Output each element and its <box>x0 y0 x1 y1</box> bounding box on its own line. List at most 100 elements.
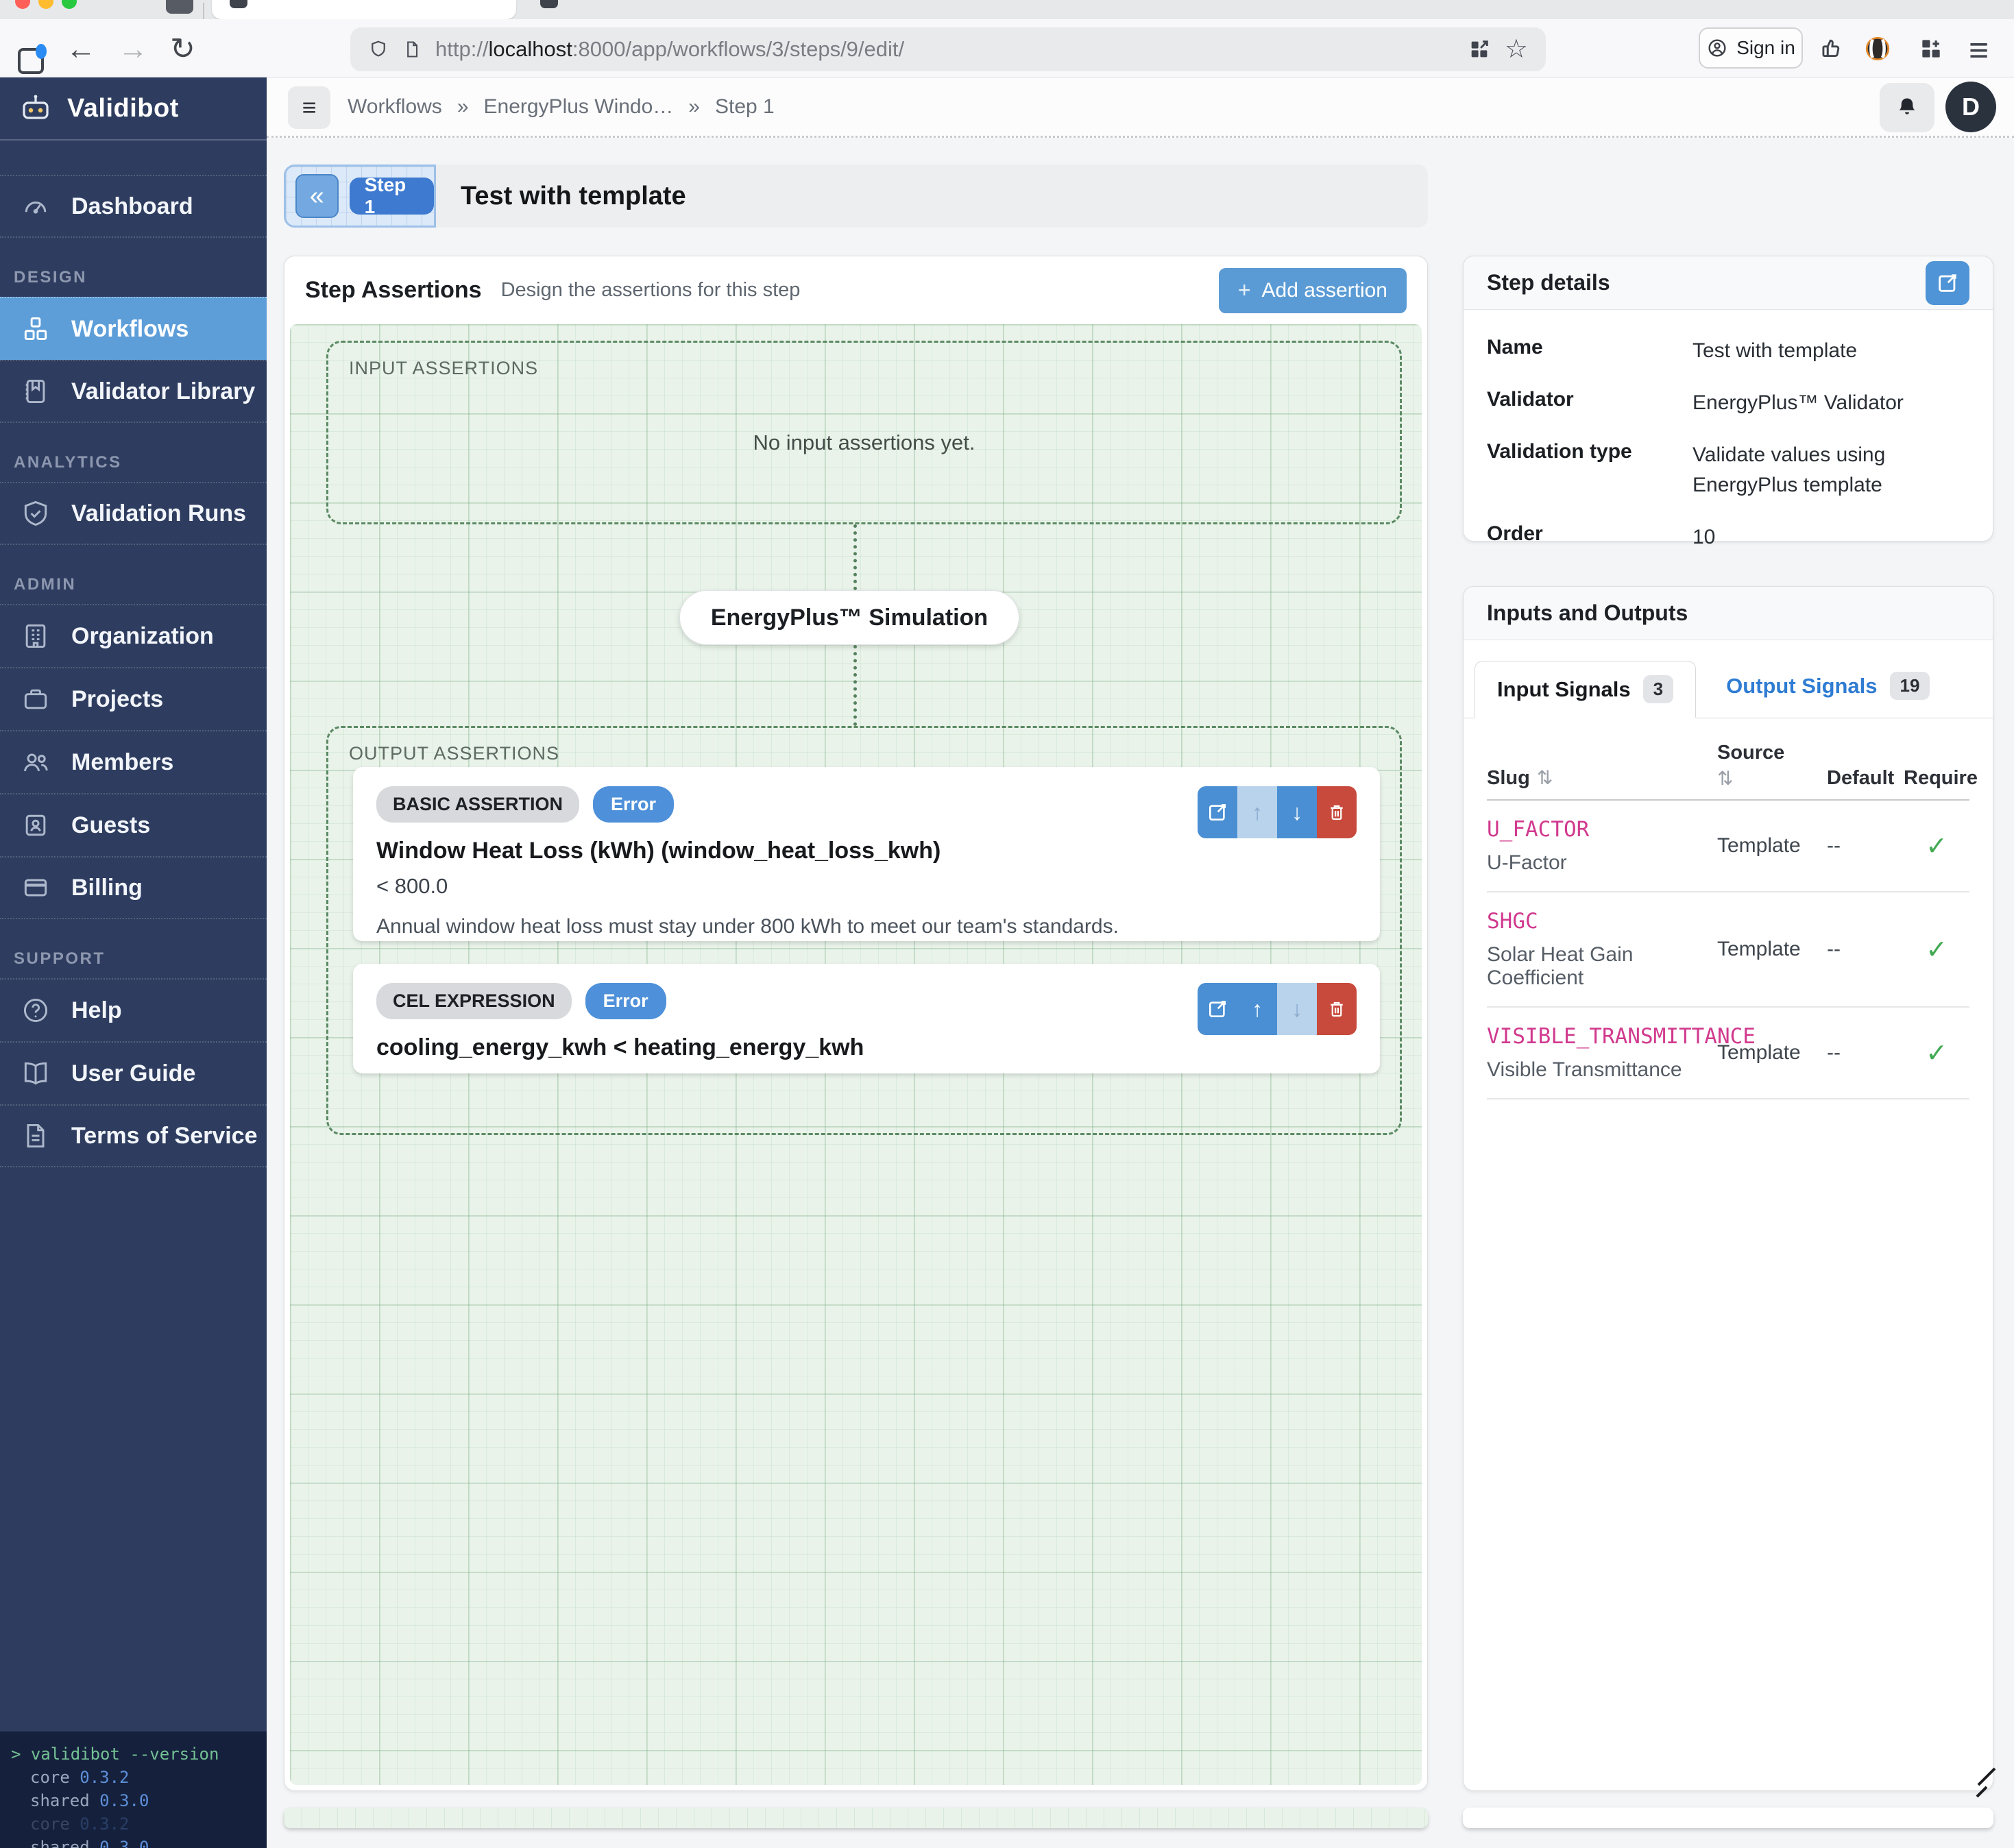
assertion-expression: cooling_energy_kwh < heating_energy_kwh <box>376 1034 1357 1061</box>
assertion-actions: ↑ ↓ <box>1198 786 1357 838</box>
sidebar-item-projects[interactable]: Projects <box>0 667 267 730</box>
breadcrumb-workflow-name[interactable]: EnergyPlus Windo… <box>484 95 674 119</box>
assertion-type-badge: CEL EXPRESSION <box>376 983 572 1019</box>
sidebar-item-help[interactable]: Help <box>0 978 267 1041</box>
step-assertions-header: Step Assertions Design the assertions fo… <box>284 256 1427 324</box>
brand[interactable]: Validibot <box>0 77 267 141</box>
page-body: « Step 1 Test with template Step Asserti… <box>267 138 2014 1848</box>
signal-name: Visible Transmittance <box>1487 1058 1717 1082</box>
sidebar-toggle-button[interactable]: ≡ <box>288 86 330 129</box>
building-icon <box>21 621 51 651</box>
credit-card-icon <box>21 873 51 903</box>
tab-output-signals[interactable]: Output Signals 19 <box>1726 658 1930 718</box>
signal-slug-link[interactable]: VISIBLE_TRANSMITTANCE <box>1487 1024 1717 1049</box>
signal-slug-link[interactable]: SHGC <box>1487 909 1717 934</box>
terminal-command: > validibot --version <box>11 1742 267 1766</box>
delete-assertion-button[interactable] <box>1317 786 1357 838</box>
signals-tab-bar: Input Signals 3 Output Signals 19 <box>1464 658 1993 718</box>
grid-view-icon[interactable] <box>1468 38 1491 61</box>
tab-input-signals[interactable]: Input Signals 3 <box>1475 661 1696 718</box>
sidebar-item-validator-library[interactable]: Validator Library <box>0 360 267 423</box>
panel-resize-handle[interactable] <box>1975 1748 1998 1793</box>
robot-logo-icon <box>19 92 52 125</box>
simulation-node[interactable]: EnergyPlus™ Simulation <box>679 590 1019 645</box>
back-button[interactable]: ← <box>66 34 96 64</box>
plus-icon: + <box>1238 278 1251 303</box>
browser-tab-strip <box>0 0 2014 19</box>
active-browser-tab[interactable] <box>212 0 516 19</box>
add-assertion-button[interactable]: + Add assertion <box>1219 268 1407 313</box>
delete-assertion-button[interactable] <box>1317 983 1357 1035</box>
edit-step-button[interactable] <box>1926 261 1969 305</box>
sidebar: Validibot Dashboard DESIGN Workflows Val… <box>0 77 267 1848</box>
terminal-line: shared 0.3.0 <box>11 1836 267 1848</box>
browser-menu-icon[interactable]: ≡ <box>1969 30 1989 70</box>
collapse-steps-button[interactable]: « <box>295 174 339 218</box>
sidebar-item-terms-of-service[interactable]: Terms of Service <box>0 1104 267 1167</box>
maximize-window-icon[interactable] <box>62 0 77 9</box>
sidebar-item-validation-runs[interactable]: Validation Runs <box>0 482 267 545</box>
input-assertions-label: INPUT ASSERTIONS <box>349 358 538 379</box>
extensions-puzzle-icon[interactable] <box>1918 36 1944 62</box>
close-window-icon[interactable] <box>15 0 30 9</box>
column-slug[interactable]: Slug⇅ <box>1487 766 1717 790</box>
sidebar-item-members[interactable]: Members <box>0 730 267 793</box>
breadcrumb-step: Step 1 <box>715 95 775 119</box>
signal-slug-link[interactable]: U_FACTOR <box>1487 817 1717 842</box>
url-bar[interactable]: http://localhost:8000/app/workflows/3/st… <box>350 27 1546 71</box>
sidebar-item-dashboard[interactable]: Dashboard <box>0 175 267 238</box>
breadcrumb-separator: » <box>457 95 469 119</box>
pinned-tab-icon[interactable] <box>166 0 193 14</box>
field-name: Name Test with template <box>1487 336 1969 366</box>
required-check-icon: ✓ <box>1904 934 1969 965</box>
shield-icon[interactable] <box>368 38 389 60</box>
step-number-badge[interactable]: Step 1 <box>350 178 434 215</box>
sidebar-item-organization[interactable]: Organization <box>0 604 267 667</box>
sidebar-item-workflows[interactable]: Workflows <box>0 297 267 360</box>
tab-strip-divider <box>203 3 204 19</box>
sign-in-label: Sign in <box>1736 37 1795 59</box>
edit-assertion-button[interactable] <box>1198 983 1237 1035</box>
input-signals-count: 3 <box>1643 675 1673 703</box>
input-empty-message: No input assertions yet. <box>328 430 1400 455</box>
sidebar-item-guests[interactable]: Guests <box>0 793 267 856</box>
column-source[interactable]: Source⇅ <box>1717 742 1827 790</box>
badger-extension-icon[interactable] <box>1863 34 1892 63</box>
step-assertions-panel: Step Assertions Design the assertions fo… <box>284 256 1428 1791</box>
assertion-description: Annual window heat loss must stay under … <box>376 915 1357 938</box>
next-tab-favicon[interactable] <box>540 0 558 8</box>
page-info-icon[interactable] <box>402 38 422 60</box>
table-row: U_FACTOR U-Factor Template -- ✓ <box>1487 801 1969 892</box>
bookmark-star-icon[interactable]: ☆ <box>1505 36 1528 62</box>
browser-sign-in-button[interactable]: Sign in <box>1699 27 1803 69</box>
breadcrumb-workflows[interactable]: Workflows <box>348 95 442 119</box>
add-assertion-label: Add assertion <box>1262 279 1387 302</box>
table-row: SHGC Solar Heat Gain Coefficient Templat… <box>1487 892 1969 1008</box>
signal-source: Template <box>1717 834 1827 858</box>
pocket-save-icon[interactable] <box>1818 36 1844 62</box>
tab-favicon <box>230 0 247 8</box>
tab-label: Output Signals <box>1726 674 1877 698</box>
minimize-window-icon[interactable] <box>38 0 53 9</box>
input-assertions-zone: INPUT ASSERTIONS No input assertions yet… <box>326 341 1402 524</box>
assertion-card-cel: CEL EXPRESSION Error ↑ ↓ cooling_energy_… <box>353 964 1380 1073</box>
bell-icon <box>1895 95 1919 120</box>
notifications-button[interactable] <box>1880 83 1934 132</box>
signal-default: -- <box>1827 1041 1904 1065</box>
move-down-button[interactable]: ↓ <box>1277 786 1317 838</box>
sidebar-item-user-guide[interactable]: User Guide <box>0 1041 267 1104</box>
inputs-outputs-header: Inputs and Outputs <box>1464 587 1993 640</box>
connector-line <box>853 645 857 726</box>
step-selector-box: « Step 1 <box>284 165 436 228</box>
forward-button[interactable]: → <box>118 34 148 64</box>
column-default: Default <box>1827 767 1904 790</box>
user-avatar[interactable]: D <box>1945 82 1996 132</box>
move-up-button[interactable]: ↑ <box>1237 983 1277 1035</box>
sidebar-item-billing[interactable]: Billing <box>0 856 267 919</box>
connector-line <box>853 524 857 590</box>
edit-assertion-button[interactable] <box>1198 786 1237 838</box>
reload-button[interactable]: ↻ <box>170 34 195 64</box>
field-order: Order 10 <box>1487 522 1969 552</box>
brand-name: Validibot <box>67 94 179 123</box>
firefox-view-icon[interactable] <box>18 48 44 74</box>
